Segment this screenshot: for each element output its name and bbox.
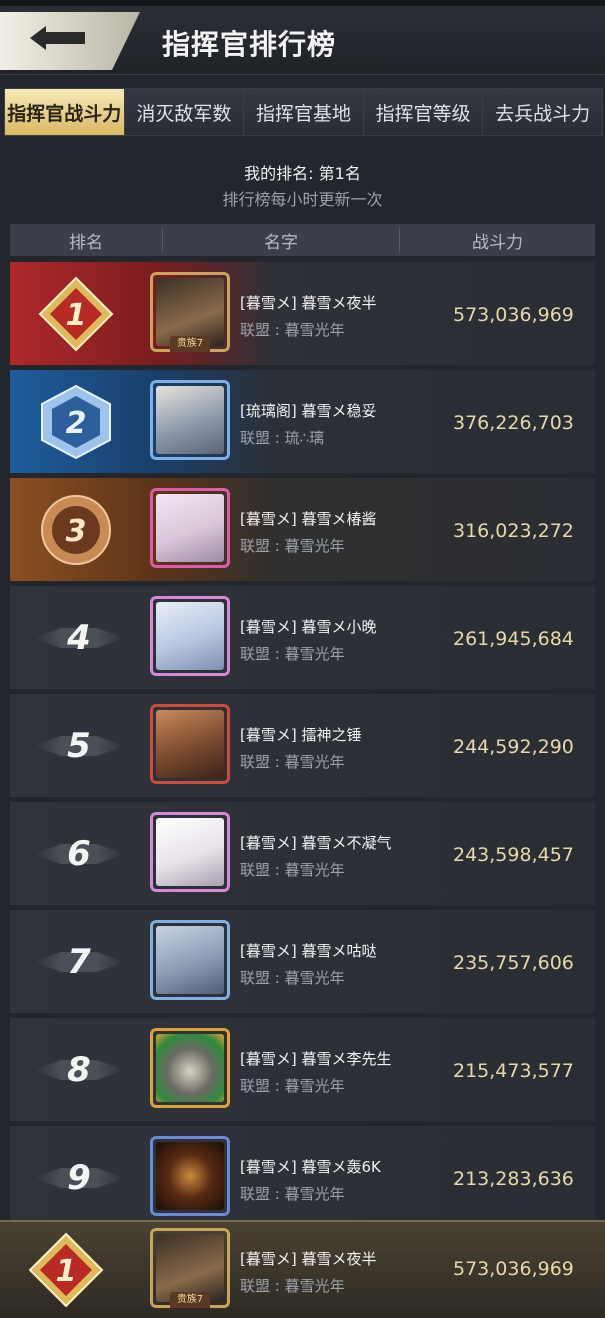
ranking-row[interactable]: 8 [暮雪メ] 暮雪メ李先生 联盟 : 暮雪光年 215,473,577 [10, 1018, 595, 1121]
alliance-name: 联盟 : 暮雪光年 [240, 321, 345, 339]
column-power: 战斗力 [472, 232, 523, 253]
power-value: 376,226,703 [453, 412, 574, 434]
alliance-name: 联盟 : 暮雪光年 [240, 969, 345, 987]
alliance-name: 联盟 : 暮雪光年 [240, 753, 345, 771]
rank-number: 5 [67, 726, 91, 766]
avatar-frame [150, 1028, 230, 1108]
rank-number: 8 [67, 1050, 91, 1090]
power-value: 261,945,684 [453, 628, 574, 650]
badge-rank-number: 1 [56, 1254, 77, 1289]
avatar[interactable]: 贵族7 [150, 272, 230, 352]
player-name: [暮雪メ] 暮雪メ咕哒 [240, 942, 377, 960]
player-name: [暮雪メ] 暮雪メ夜半 [240, 1250, 377, 1268]
avatar[interactable] [150, 380, 230, 460]
tab-troopless-power[interactable]: 去兵战斗力 [483, 89, 602, 135]
avatar[interactable] [150, 596, 230, 676]
header-bar: 指挥官排行榜 [0, 6, 605, 75]
noble-badge: 贵族7 [170, 1292, 210, 1308]
gold-rank-badge-icon: 1 [38, 276, 114, 352]
avatar-frame [150, 1136, 230, 1216]
power-value: 243,598,457 [453, 844, 574, 866]
ranking-row[interactable]: 7 [暮雪メ] 暮雪メ咕哒 联盟 : 暮雪光年 235,757,606 [10, 910, 595, 1013]
rank-number: 4 [67, 618, 91, 658]
back-arrow-icon [30, 26, 85, 50]
tab-commander-power[interactable]: 指挥官战斗力 [5, 89, 125, 135]
tab-commander-level[interactable]: 指挥官等级 [363, 89, 484, 135]
power-value: 213,283,636 [453, 1168, 574, 1190]
rank-number-cell: 5 [34, 714, 124, 778]
ranking-row[interactable]: 2 [琉璃阁] 暮雪メ稳妥 联盟 : 琉∴璃 376,226,703 [10, 370, 595, 473]
rank-number: 9 [67, 1158, 91, 1198]
player-name: [暮雪メ] 擂神之锤 [240, 726, 362, 744]
ranking-row[interactable]: 5 [暮雪メ] 擂神之锤 联盟 : 暮雪光年 244,592,290 [10, 694, 595, 797]
badge-rank-number: 3 [66, 514, 87, 549]
silver-rank-badge-icon: 2 [41, 384, 111, 460]
column-rank: 排名 [10, 227, 163, 253]
ranking-row[interactable]: 6 [暮雪メ] 暮雪メ不凝气 联盟 : 暮雪光年 243,598,457 [10, 802, 595, 905]
player-name: [暮雪メ] 暮雪メ不凝气 [240, 834, 392, 852]
my-rank-footer[interactable]: 1 贵族7 [暮雪メ] 暮雪メ夜半 联盟 : 暮雪光年 573,036,969 [0, 1220, 605, 1318]
alliance-name: 联盟 : 琉∴璃 [240, 429, 325, 447]
alliance-name: 联盟 : 暮雪光年 [240, 1185, 345, 1203]
avatar[interactable] [150, 812, 230, 892]
my-rank-text: 我的排名: 第1名 [244, 164, 361, 183]
power-value: 316,023,272 [453, 520, 574, 542]
alliance-name: 联盟 : 暮雪光年 [240, 645, 345, 663]
gold-rank-badge-icon: 1 [28, 1232, 104, 1308]
player-name: [琉璃阁] 暮雪メ稳妥 [240, 402, 377, 420]
ranking-row[interactable]: 3 [暮雪メ] 暮雪メ椿酱 联盟 : 暮雪光年 316,023,272 [10, 478, 595, 581]
rank-number-cell: 7 [34, 930, 124, 994]
page-title: 指挥官排行榜 [162, 28, 337, 61]
power-value: 215,473,577 [453, 1060, 574, 1082]
ranking-row[interactable]: 4 [暮雪メ] 暮雪メ小晚 联盟 : 暮雪光年 261,945,684 [10, 586, 595, 689]
avatar[interactable] [150, 1136, 230, 1216]
avatar[interactable] [150, 920, 230, 1000]
refresh-note: 排行榜每小时更新一次 [222, 190, 383, 209]
alliance-name: 联盟 : 暮雪光年 [240, 537, 345, 555]
rank-number-cell: 9 [34, 1146, 124, 1210]
column-header: 排名 名字 战斗力 [10, 224, 595, 256]
player-name: [暮雪メ] 暮雪メ轰6K [240, 1158, 381, 1176]
avatar-frame [150, 488, 230, 568]
ranking-row[interactable]: 9 [暮雪メ] 暮雪メ轰6K 联盟 : 暮雪光年 213,283,636 [10, 1126, 595, 1229]
player-name: [暮雪メ] 暮雪メ夜半 [240, 294, 377, 312]
avatar[interactable] [150, 1028, 230, 1108]
avatar-frame [150, 380, 230, 460]
rank-number-cell: 4 [34, 606, 124, 670]
badge-rank-number: 1 [66, 298, 87, 333]
avatar-frame [150, 704, 230, 784]
avatar[interactable]: 贵族7 [150, 1228, 230, 1308]
rank-number-cell: 6 [34, 822, 124, 886]
avatar-frame [150, 920, 230, 1000]
power-value: 244,592,290 [453, 736, 574, 758]
tab-enemies-killed[interactable]: 消灭敌军数 [124, 89, 245, 135]
bronze-rank-badge-icon: 3 [41, 495, 111, 565]
ranking-row[interactable]: 1 贵族7 [暮雪メ] 暮雪メ夜半 联盟 : 暮雪光年 573,036,969 [10, 262, 595, 365]
noble-badge: 贵族7 [170, 336, 210, 352]
rank-number: 6 [67, 834, 91, 874]
back-button[interactable] [0, 12, 140, 70]
alliance-name: 联盟 : 暮雪光年 [240, 1077, 345, 1095]
alliance-name: 联盟 : 暮雪光年 [240, 861, 345, 879]
power-value: 573,036,969 [453, 1258, 574, 1280]
player-name: [暮雪メ] 暮雪メ李先生 [240, 1050, 392, 1068]
avatar-frame [150, 812, 230, 892]
player-name: [暮雪メ] 暮雪メ小晚 [240, 618, 377, 636]
alliance-name: 联盟 : 暮雪光年 [240, 1277, 345, 1295]
ranking-tabs: 指挥官战斗力 消灭敌军数 指挥官基地 指挥官等级 去兵战斗力 [4, 88, 603, 136]
tab-commander-base[interactable]: 指挥官基地 [244, 89, 364, 135]
avatar[interactable] [150, 704, 230, 784]
avatar-frame [150, 596, 230, 676]
power-value: 573,036,969 [453, 304, 574, 326]
column-name: 名字 [163, 227, 400, 253]
rank-number-cell: 8 [34, 1038, 124, 1102]
avatar[interactable] [150, 488, 230, 568]
power-value: 235,757,606 [453, 952, 574, 974]
badge-rank-number: 2 [66, 406, 87, 441]
player-name: [暮雪メ] 暮雪メ椿酱 [240, 510, 377, 528]
rank-number: 7 [67, 942, 91, 982]
